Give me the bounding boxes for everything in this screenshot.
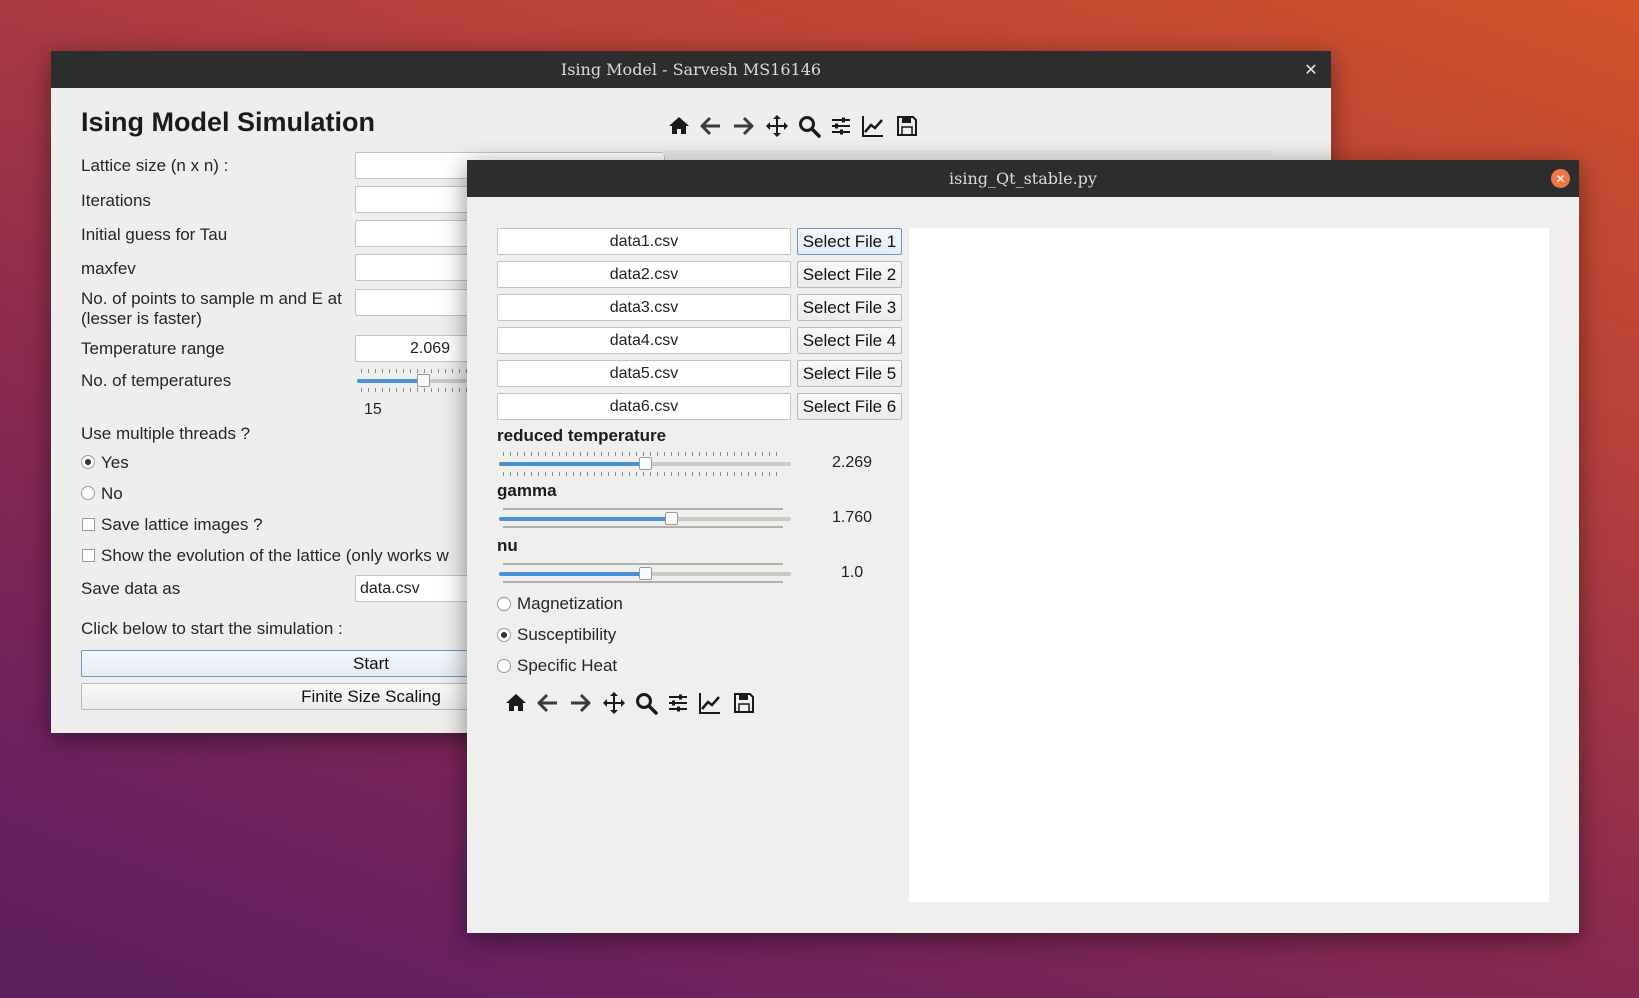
temperature-ticks-top xyxy=(503,452,783,456)
nu-rule-top xyxy=(503,563,783,565)
back-arrow-icon[interactable] xyxy=(695,111,727,141)
file-3-input[interactable]: data3.csv xyxy=(497,294,791,321)
nu-slider-fill xyxy=(499,572,645,576)
reduced-temperature-slider-fill xyxy=(499,462,645,466)
pan-icon[interactable] xyxy=(598,688,630,718)
susceptibility-label: Susceptibility xyxy=(517,625,617,644)
show-evolution-label: Show the evolution of the lattice (only … xyxy=(101,546,449,565)
nu-label: nu xyxy=(497,536,518,555)
plot-toolbar xyxy=(663,111,923,141)
file-5-input[interactable]: data5.csv xyxy=(497,360,791,387)
save-images-checkbox[interactable] xyxy=(82,518,95,531)
gamma-slider-fill xyxy=(499,517,671,521)
fss-window-titlebar[interactable]: ising_Qt_stable.py ✕ xyxy=(467,160,1579,197)
pan-icon[interactable] xyxy=(761,111,793,141)
lattice-size-label: Lattice size (n x n) : xyxy=(81,156,229,175)
plot-canvas[interactable] xyxy=(909,228,1549,902)
zoom-icon[interactable] xyxy=(630,688,662,718)
file-2-input[interactable]: data2.csv xyxy=(497,261,791,288)
specific-heat-label: Specific Heat xyxy=(517,656,618,675)
gamma-value: 1.760 xyxy=(831,509,873,526)
gamma-rule-top xyxy=(503,508,783,510)
iterations-label: Iterations xyxy=(81,191,151,210)
threads-no-radio[interactable] xyxy=(81,486,95,500)
home-icon[interactable] xyxy=(663,111,695,141)
threads-no-label: No xyxy=(101,484,123,503)
temperature-ticks-bottom xyxy=(503,472,783,476)
plot-toolbar xyxy=(500,688,760,718)
num-temperatures-ticks-bottom xyxy=(361,388,471,392)
save-data-label: Save data as xyxy=(81,579,181,598)
show-evolution-checkbox[interactable] xyxy=(82,549,95,562)
main-window-title: Ising Model - Sarvesh MS16146 xyxy=(560,60,822,79)
reduced-temperature-slider-handle[interactable] xyxy=(639,457,652,470)
forward-arrow-icon[interactable] xyxy=(564,688,596,718)
sample-points-label-line1: No. of points to sample m and E at xyxy=(81,289,342,308)
zoom-icon[interactable] xyxy=(793,111,825,141)
close-icon[interactable]: ✕ xyxy=(1551,169,1570,188)
reduced-temperature-value: 2.269 xyxy=(831,454,873,471)
home-icon[interactable] xyxy=(500,688,532,718)
nu-slider[interactable] xyxy=(499,567,791,580)
main-window-titlebar[interactable]: Ising Model - Sarvesh MS16146 ✕ xyxy=(51,51,1331,88)
reduced-temperature-label: reduced temperature xyxy=(497,426,667,445)
num-temperatures-slider-fill xyxy=(357,379,423,383)
nu-rule-bottom xyxy=(503,581,783,583)
reduced-temperature-slider[interactable] xyxy=(499,457,791,470)
num-temperatures-value: 15 xyxy=(364,401,382,418)
edit-axis-icon[interactable] xyxy=(857,111,889,141)
tau-label: Initial guess for Tau xyxy=(81,225,228,244)
specific-heat-radio[interactable] xyxy=(497,659,511,673)
file-4-input[interactable]: data4.csv xyxy=(497,327,791,354)
file-1-input[interactable]: data1.csv xyxy=(497,228,791,255)
susceptibility-radio[interactable] xyxy=(497,628,511,642)
magnetization-label: Magnetization xyxy=(517,594,623,613)
num-temperatures-slider-handle[interactable] xyxy=(417,374,430,387)
threads-yes-label: Yes xyxy=(101,453,129,472)
maxfev-label: maxfev xyxy=(81,259,136,278)
close-icon[interactable]: ✕ xyxy=(1301,59,1321,79)
save-icon[interactable] xyxy=(728,688,760,718)
page-title: Ising Model Simulation xyxy=(81,107,376,137)
select-file-6-button[interactable]: Select File 6 xyxy=(797,393,902,420)
num-temperatures-slider[interactable] xyxy=(357,374,467,387)
select-file-1-button[interactable]: Select File 1 xyxy=(797,228,902,255)
gamma-label: gamma xyxy=(497,481,557,500)
num-temperatures-label: No. of temperatures xyxy=(81,371,232,390)
save-icon[interactable] xyxy=(891,111,923,141)
num-temperatures-ticks-top xyxy=(361,369,471,373)
save-images-label: Save lattice images ? xyxy=(101,515,263,534)
click-below-label: Click below to start the simulation : xyxy=(81,619,343,638)
fss-window-title: ising_Qt_stable.py xyxy=(949,169,1097,188)
gamma-slider-handle[interactable] xyxy=(665,512,678,525)
select-file-4-button[interactable]: Select File 4 xyxy=(797,327,902,354)
forward-arrow-icon[interactable] xyxy=(727,111,759,141)
back-arrow-icon[interactable] xyxy=(532,688,564,718)
nu-slider-handle[interactable] xyxy=(639,567,652,580)
select-file-2-button[interactable]: Select File 2 xyxy=(797,261,902,288)
plot-area xyxy=(663,150,1273,156)
temperature-range-label: Temperature range xyxy=(81,339,225,358)
sample-points-label-line2: (lesser is faster) xyxy=(81,309,202,328)
gamma-slider[interactable] xyxy=(499,512,791,525)
magnetization-radio[interactable] xyxy=(497,597,511,611)
threads-yes-radio[interactable] xyxy=(81,455,95,469)
configure-subplots-icon[interactable] xyxy=(825,111,857,141)
fss-window: ising_Qt_stable.py ✕ data1.csv Select Fil… xyxy=(467,160,1579,933)
configure-subplots-icon[interactable] xyxy=(662,688,694,718)
gamma-rule-bottom xyxy=(503,526,783,528)
edit-axis-icon[interactable] xyxy=(694,688,726,718)
nu-value: 1.0 xyxy=(840,564,864,581)
select-file-5-button[interactable]: Select File 5 xyxy=(797,360,902,387)
file-6-input[interactable]: data6.csv xyxy=(497,393,791,420)
select-file-3-button[interactable]: Select File 3 xyxy=(797,294,902,321)
threads-label: Use multiple threads ? xyxy=(81,424,251,443)
